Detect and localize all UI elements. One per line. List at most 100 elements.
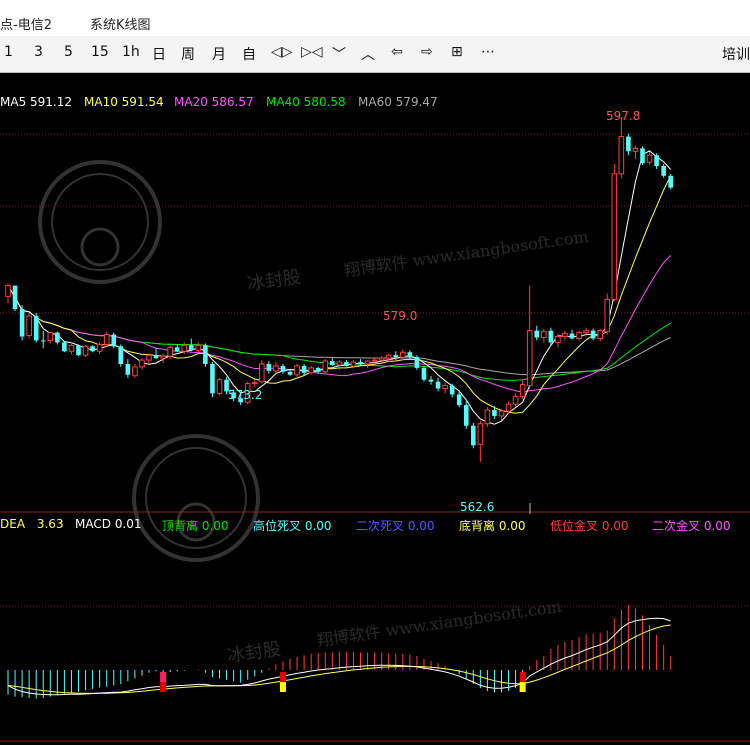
candle-body	[12, 285, 18, 310]
candle-body	[160, 355, 166, 359]
candle	[5, 283, 11, 304]
legend-macd-value: 0.01	[114, 517, 142, 531]
candle	[55, 331, 60, 345]
period-week-button[interactable]: 周	[181, 44, 195, 64]
legend-dea-value: 3.63	[36, 517, 64, 531]
candle	[562, 330, 568, 341]
chevron-down-icon[interactable]: ﹀	[332, 44, 346, 64]
period-month-button[interactable]: 月	[212, 44, 226, 64]
legend-second-golden-cross: 二次金叉 0.00	[652, 517, 731, 534]
training-link[interactable]: 培训	[722, 44, 750, 64]
candle	[308, 365, 314, 375]
period-1min-button[interactable]: 1	[4, 44, 13, 60]
candle	[301, 363, 307, 376]
candle	[33, 313, 39, 343]
kline-chart-area[interactable]: 冰封股 翔博软件 www.xiangbosoft.com 冰封股 翔博软件 ww…	[0, 72, 750, 745]
candle	[344, 360, 349, 367]
period-custom-button[interactable]: 自	[242, 44, 256, 64]
more-icon[interactable]: ⋯	[481, 44, 495, 60]
candle	[195, 342, 202, 354]
candle	[266, 361, 272, 374]
candle	[273, 362, 279, 374]
candle	[153, 348, 159, 360]
candle	[19, 305, 25, 341]
layout-grid-icon[interactable]: ⊞	[451, 44, 463, 60]
watermark-seal-icon	[132, 434, 260, 562]
period-day-button[interactable]: 日	[152, 44, 166, 64]
legend-bottom-divergence-label: 底背离	[459, 519, 496, 533]
legend-bottom-divergence: 底背离 0.00	[459, 517, 526, 534]
candle-body	[492, 410, 497, 416]
candle-body	[626, 136, 631, 152]
candle-body	[266, 363, 272, 371]
period-15min-button[interactable]: 15	[91, 44, 109, 60]
legend-second-golden-cross-label: 二次金叉	[652, 519, 701, 533]
legend-ma40-label: MA40	[266, 95, 300, 109]
candle	[132, 363, 138, 378]
period-5min-button[interactable]: 5	[64, 44, 73, 60]
candle-body	[640, 148, 645, 164]
candle-body	[125, 363, 131, 375]
candle	[378, 356, 385, 364]
candle	[40, 330, 46, 349]
ma20-line	[7, 255, 672, 393]
zoom-out-icon[interactable]: ◁▷	[271, 44, 293, 60]
legend-ma10-label: MA10	[84, 95, 118, 109]
candle	[526, 285, 533, 390]
candle-body	[471, 425, 476, 446]
legend-second-death-cross: 二次死叉 0.00	[356, 517, 435, 534]
menu-kline[interactable]: 系统K线图	[90, 14, 151, 33]
candle	[330, 358, 335, 366]
legend-ma10-value: 591.54	[121, 95, 164, 109]
signal-marker	[160, 672, 167, 682]
candle-body	[189, 345, 194, 351]
candle-body	[442, 385, 448, 389]
candle-body	[583, 330, 589, 334]
candle	[463, 401, 469, 429]
candle-body	[604, 298, 611, 333]
candle	[421, 365, 427, 382]
candle-body	[350, 361, 357, 367]
candle-body	[590, 330, 596, 339]
watermark-site: 翔博软件 www.xiangbosoft.com	[316, 597, 563, 650]
watermark-site: 翔博软件 www.xiangbosoft.com	[343, 227, 590, 280]
candle-body	[62, 342, 67, 352]
candle-body	[210, 363, 215, 394]
candle	[280, 363, 286, 374]
candle	[400, 349, 406, 361]
legend-high-death-cross: 高位死叉 0.00	[253, 517, 332, 534]
legend-macd: MACD 0.01	[75, 517, 142, 531]
candle	[125, 359, 131, 378]
candle-body	[287, 371, 293, 375]
candle	[216, 377, 223, 396]
signal-marker	[279, 672, 286, 682]
legend-ma10: MA10 591.54	[84, 95, 164, 109]
candle	[618, 117, 625, 179]
candle-body	[393, 355, 399, 358]
period-1h-button[interactable]: 1h	[122, 44, 140, 60]
candle-body	[336, 361, 343, 366]
candle-body	[512, 395, 519, 405]
legend-ma20-value: 586.57	[211, 95, 254, 109]
legend-low-golden-cross: 低位金叉 0.00	[550, 517, 629, 534]
candle	[96, 342, 103, 355]
period-3min-button[interactable]: 3	[34, 44, 43, 60]
candle-body	[330, 361, 335, 365]
candle	[654, 153, 659, 169]
zoom-in-icon[interactable]: ▷◁	[301, 44, 323, 60]
candle-body	[76, 345, 81, 356]
arrow-right-icon[interactable]: ⇨	[421, 44, 433, 60]
candle-body	[505, 403, 512, 412]
candle-body	[68, 344, 75, 352]
watermark-seal-icon	[38, 160, 162, 284]
candle-body	[280, 365, 286, 372]
candle-body	[90, 346, 95, 352]
candle-body	[400, 351, 406, 358]
kline-chart[interactable]: 冰封股 翔博软件 www.xiangbosoft.com 冰封股 翔博软件 ww…	[0, 72, 750, 745]
legend-top-divergence: 顶背离 0.00	[162, 517, 229, 534]
chevron-up-icon[interactable]: ︿	[361, 44, 375, 64]
title-bar: 点-电信2 系统K线图	[0, 0, 750, 37]
arrow-left-icon[interactable]: ⇦	[391, 44, 403, 60]
candle	[364, 360, 371, 368]
candle-body	[597, 330, 604, 340]
